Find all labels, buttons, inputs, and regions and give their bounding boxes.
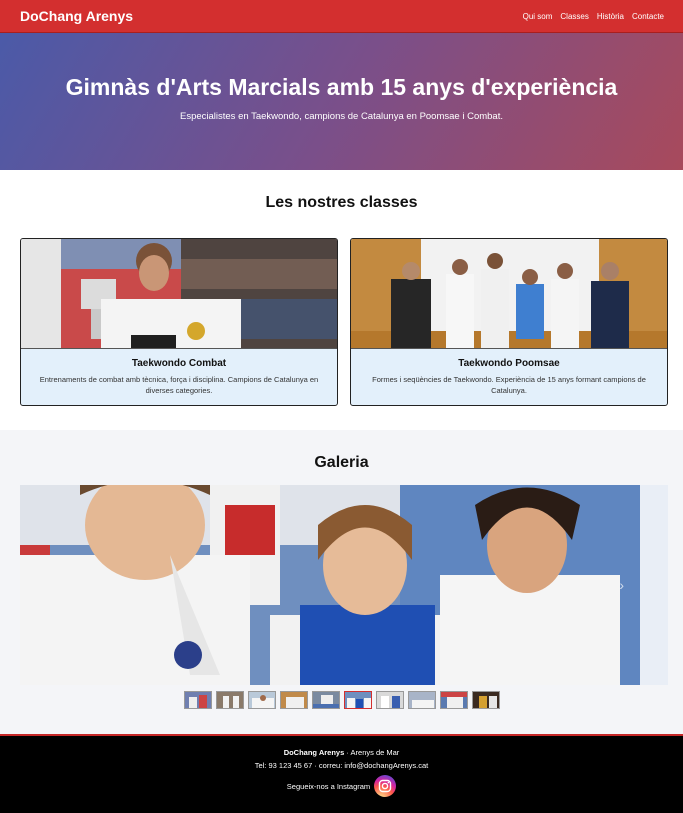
card-title: Taekwondo Combat xyxy=(131,358,227,369)
thumbnail[interactable] xyxy=(216,691,244,709)
class-card-poomsae[interactable]: Taekwondo Poomsae Formes i seqüències de… xyxy=(350,238,668,406)
class-card-combat[interactable]: Taekwondo Combat Entrenaments de combat … xyxy=(20,238,338,406)
gallery-slide[interactable]: › xyxy=(20,485,668,685)
thumbnail[interactable] xyxy=(280,691,308,709)
thumbnail[interactable] xyxy=(184,691,212,709)
navbar: DoChang Arenys Qui som Classes Història … xyxy=(0,0,683,33)
nav-link-contacte[interactable]: Contacte xyxy=(632,12,664,21)
footer-name: DoChang Arenys xyxy=(283,748,345,757)
thumbnail[interactable] xyxy=(472,691,500,709)
thumbnail[interactable] xyxy=(408,691,436,709)
card-text: Entrenaments de combat amb tècnica, forç… xyxy=(39,375,319,395)
hero-banner: Gimnàs d'Arts Marcials amb 15 anys d'exp… xyxy=(0,33,683,170)
thumbnail[interactable] xyxy=(312,691,340,709)
thumbnail[interactable] xyxy=(440,691,468,709)
footer-contact: Tel: 93 123 45 67 · correu: info@dochang… xyxy=(254,761,429,770)
classes-heading: Les nostres classes xyxy=(265,194,418,211)
thumbnail-active[interactable] xyxy=(344,691,372,709)
footer-social: Segueix-nos a Instagram xyxy=(0,775,683,797)
footer-follow-text: Segueix-nos a Instagram xyxy=(286,781,371,791)
hero-subtitle: Especialistes en Taekwondo, campions de … xyxy=(179,111,503,122)
gallery-thumbnails xyxy=(184,691,500,709)
footer: DoChang Arenys · Arenys de Mar Tel: 93 1… xyxy=(0,734,683,813)
gallery-heading: Galeria xyxy=(314,454,369,471)
combat-photo xyxy=(21,239,337,349)
instagram-icon[interactable] xyxy=(374,775,397,797)
thumbnail[interactable] xyxy=(376,691,404,709)
poomsae-photo xyxy=(351,239,667,349)
footer-brand-line: DoChang Arenys · Arenys de Mar xyxy=(0,748,683,757)
footer-location: · Arenys de Mar xyxy=(344,748,400,757)
thumbnail[interactable] xyxy=(248,691,276,709)
chevron-right-icon[interactable]: › xyxy=(619,577,624,593)
nav-links: Qui som Classes Història Contacte xyxy=(523,12,664,21)
nav-link-historia[interactable]: Història xyxy=(597,12,624,21)
nav-link-classes[interactable]: Classes xyxy=(560,12,588,21)
card-title: Taekwondo Poomsae xyxy=(458,358,560,369)
nav-link-qui-som[interactable]: Qui som xyxy=(523,12,553,21)
card-text: Formes i seqüències de Taekwondo. Experi… xyxy=(372,375,646,395)
hero-title: Gimnàs d'Arts Marcials amb 15 anys d'exp… xyxy=(65,74,618,100)
brand-logo[interactable]: DoChang Arenys xyxy=(20,8,133,24)
